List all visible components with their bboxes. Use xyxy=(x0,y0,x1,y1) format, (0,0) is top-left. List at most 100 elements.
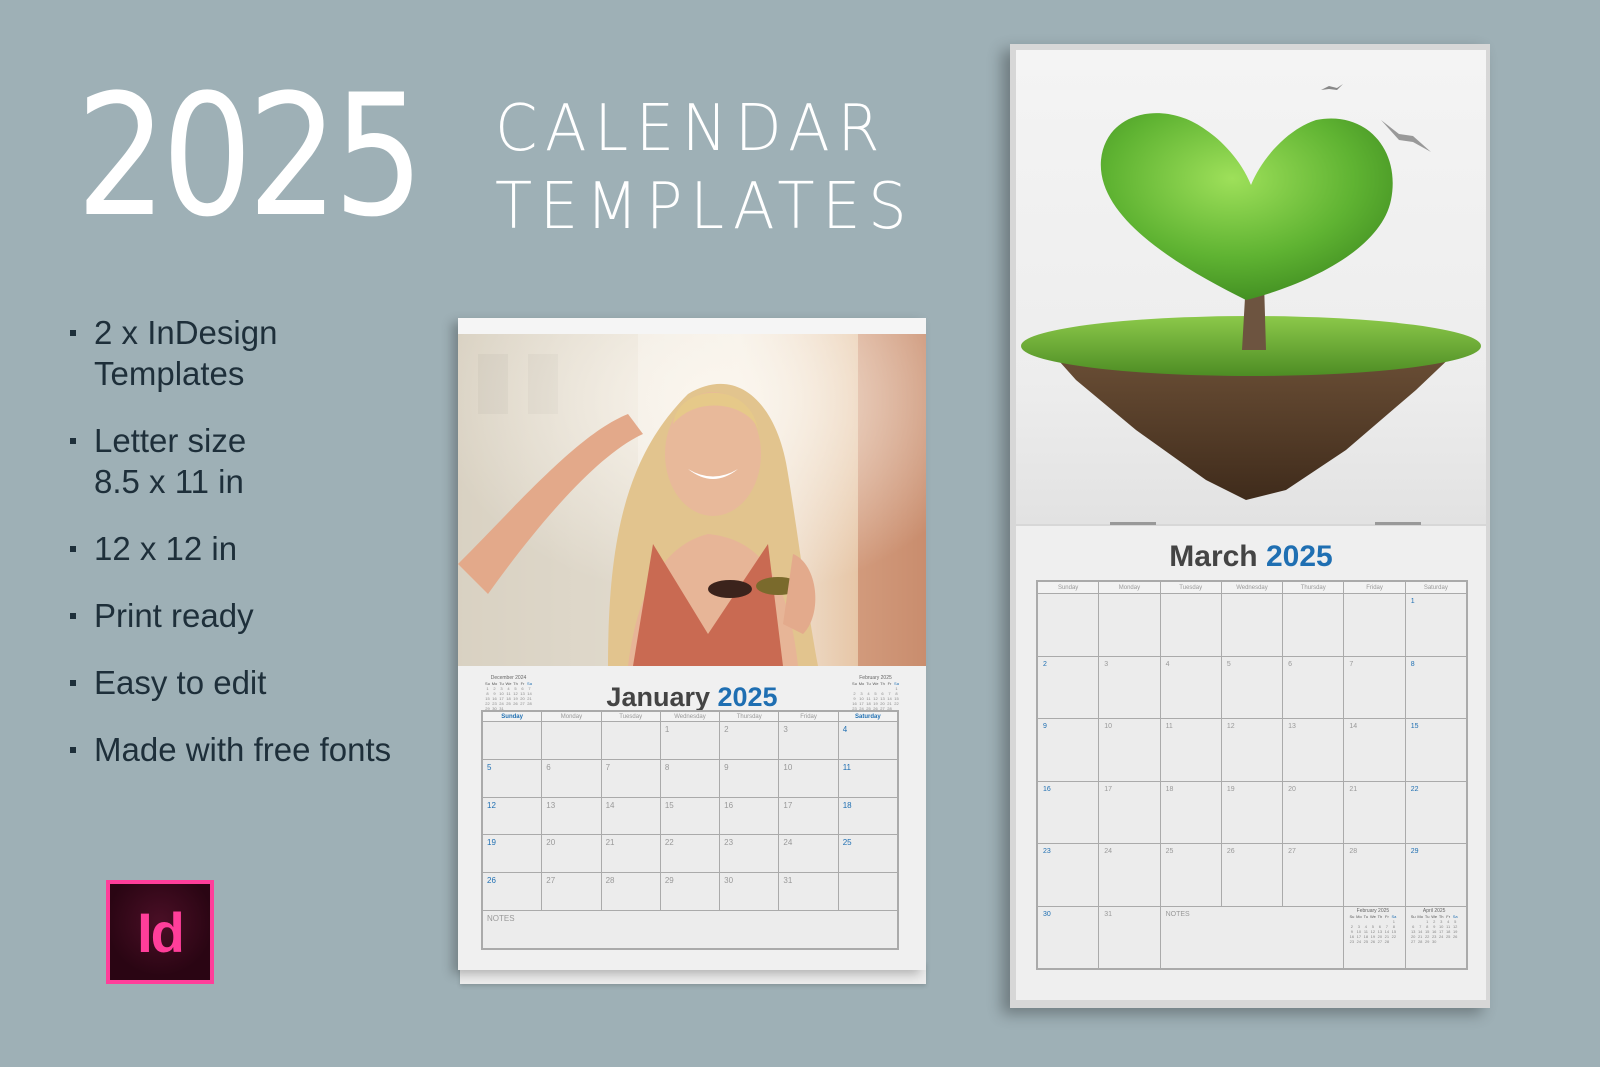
feature-line: Made with free fonts xyxy=(94,731,392,768)
day-cell xyxy=(837,872,899,912)
bullet-icon xyxy=(70,438,76,444)
day-cell: 23 xyxy=(719,834,780,874)
week-row: 2345678 xyxy=(1036,655,1468,719)
bullet-icon xyxy=(70,613,76,619)
binding-hook xyxy=(1110,522,1156,525)
weekday-header: Wednesday xyxy=(659,711,721,722)
notes-row: NOTES xyxy=(482,910,898,949)
feature-line: Letter size xyxy=(94,422,247,459)
mini-calendar-days: Su Mo Tu We Th Fr Sa 1 2 3 4 5 6 7 8 9 10 11 12 13 14 15 16 17 1… xyxy=(851,681,900,711)
day-cell: 11 xyxy=(1159,718,1222,782)
march-page: March 2025 Sunday Monday Tuesday Wednesday T… xyxy=(1016,526,1486,1000)
feature-text: Made with free fonts xyxy=(94,729,391,770)
day-cell: 27 xyxy=(541,872,602,912)
day-cell: 13 xyxy=(1282,718,1345,782)
heart-tree-floating-island-photo xyxy=(1016,50,1486,524)
day-cell: 26 xyxy=(481,872,543,912)
week-row: 12 13 14 15 16 17 18 xyxy=(481,796,899,836)
mini-calendar-days: Su Mo Tu We Th Fr Sa 1 2 3 4 5 6 7 8 9 10 11 12 13 14 15 16 17 1… xyxy=(1348,914,1397,944)
day-cell xyxy=(600,721,661,760)
weekday-header: Sunday xyxy=(481,711,543,722)
feature-text: Letter size 8.5 x 11 in xyxy=(94,420,246,502)
adobe-indesign-icon: Id xyxy=(106,880,214,984)
mini-day: 29 xyxy=(1424,938,1430,944)
day-cell: 8 xyxy=(659,758,721,798)
day-cell: 21 xyxy=(600,834,661,874)
mini-calendar: February 2025 Su Mo Tu We Th Fr Sa 1 2 3 4 5 6 7 8 9 10 11… xyxy=(1348,908,1397,944)
january-page: January 2025 December 2024 Su Mo Tu We Th Fr Sa… xyxy=(458,318,926,970)
bullet-icon xyxy=(70,680,76,686)
day-cell: 22 xyxy=(659,834,721,874)
feature-line: 2 x InDesign xyxy=(94,314,278,351)
march-grid: Sunday Monday Tuesday Wednesday Thursday Frid… xyxy=(1036,580,1468,970)
month-year: 2025 xyxy=(717,682,778,712)
day-cell: 4 xyxy=(1159,655,1222,719)
day-cell: 3 xyxy=(1098,655,1161,719)
day-cell: 28 xyxy=(600,872,661,912)
day-cell: 18 xyxy=(837,796,899,836)
mini-day: 30 xyxy=(1431,938,1437,944)
day-cell: 29 xyxy=(659,872,721,912)
day-cell: 1 xyxy=(659,721,721,760)
day-cell: 17 xyxy=(1098,780,1161,844)
feature-text: Easy to edit xyxy=(94,662,266,703)
january-grid: Sunday Monday Tuesday Wednesday Thursday Frid… xyxy=(481,710,899,950)
binding-hook xyxy=(1375,522,1421,525)
day-cell xyxy=(541,721,602,760)
day-cell: 14 xyxy=(600,796,661,836)
day-cell: 16 xyxy=(719,796,780,836)
day-cell: 10 xyxy=(1098,718,1161,782)
day-cell: 21 xyxy=(1343,780,1406,844)
day-cell: 14 xyxy=(1343,718,1406,782)
weekday-header: Thursday xyxy=(719,711,780,722)
mini-day: 23 xyxy=(1349,938,1355,944)
mini-day: 27 xyxy=(1410,938,1416,944)
day-cell: 20 xyxy=(1282,780,1345,844)
week-row: 9 10 11 12 13 14 15 xyxy=(1036,718,1468,782)
day-cell xyxy=(1343,593,1406,657)
day-cell: 24 xyxy=(778,834,839,874)
weekday-header: Tuesday xyxy=(1159,581,1222,594)
woman-with-sunglasses-photo xyxy=(458,334,926,666)
march-calendar-mockup: March 2025 Sunday Monday Tuesday Wednesday T… xyxy=(1010,44,1490,1008)
march-title: March 2025 xyxy=(1016,540,1486,574)
day-cell: 13 xyxy=(541,796,602,836)
notes-area: NOTES xyxy=(482,910,898,949)
day-cell: 30 xyxy=(719,872,780,912)
day-cell: 18 xyxy=(1159,780,1222,844)
day-cell: 5 xyxy=(481,758,543,798)
feature-line: Easy to edit xyxy=(94,664,267,701)
hero-title-line1: CALENDAR xyxy=(495,92,888,166)
feature-line: Print ready xyxy=(94,597,254,634)
week-row: 1234 xyxy=(481,721,899,760)
notes-area: NOTES xyxy=(1159,905,1345,969)
feature-line: 12 x 12 in xyxy=(94,530,238,567)
january-calendar-mockup: January 2025 December 2024 Su Mo Tu We Th Fr Sa… xyxy=(458,318,928,984)
mini-calendar: April 2025 Su Mo Tu We Th Fr Sa 1 2 3 4 5 6 7 8 9 10 11 12 1… xyxy=(1410,908,1459,944)
mini-calendar-february-2025: February 2025 Su Mo Tu We Th Fr Sa 1 2 3 4 5 6 7 8 9 10 11… xyxy=(851,676,900,712)
mini-day xyxy=(1390,939,1397,944)
day-cell xyxy=(481,721,543,760)
day-cell: 5 xyxy=(1220,655,1284,719)
day-cell: 12 xyxy=(1220,718,1284,782)
week-row: 5 6 7 8 9 10 11 xyxy=(481,758,899,798)
weekday-header: Sunday xyxy=(1036,581,1100,594)
weekday-header: Saturday xyxy=(1404,581,1468,594)
mini-day: 25 xyxy=(1363,938,1369,944)
day-cell: 16 xyxy=(1036,780,1100,844)
day-cell: 10 xyxy=(778,758,839,798)
day-cell xyxy=(1282,593,1345,657)
day-cell: 19 xyxy=(1220,780,1284,844)
feature-list: 2 x InDesign Templates Letter size 8.5 x 11… xyxy=(68,312,391,796)
day-cell: 29 xyxy=(1404,843,1468,907)
day-cell: 2 xyxy=(1036,655,1100,719)
photo-illustration xyxy=(1021,84,1481,500)
day-cell: 6 xyxy=(541,758,602,798)
hero-title: CALENDAR TEMPLATES xyxy=(495,90,914,246)
day-cell: 7 xyxy=(1343,655,1406,719)
feature-item: Easy to edit xyxy=(68,662,391,703)
day-cell: 1 xyxy=(1404,593,1468,657)
feature-item: Made with free fonts xyxy=(68,729,391,770)
bullet-icon xyxy=(70,747,76,753)
day-cell: 2 xyxy=(719,721,780,760)
